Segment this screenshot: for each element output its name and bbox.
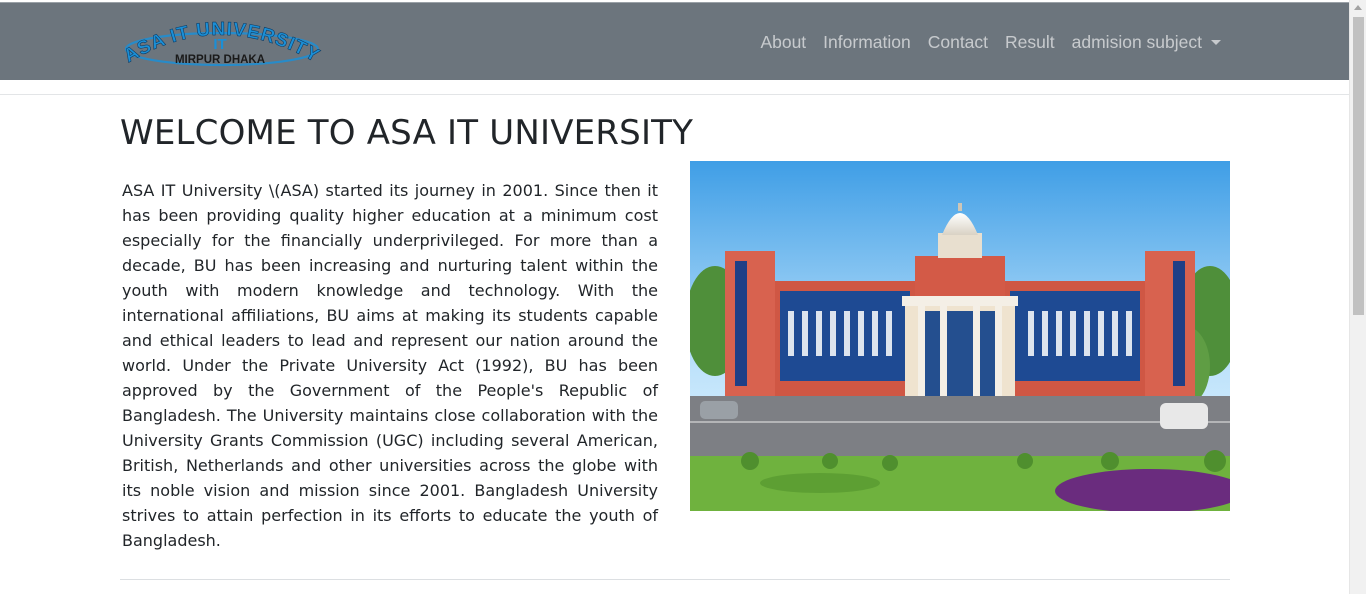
header-divider bbox=[0, 94, 1349, 95]
nav-link-result[interactable]: Result bbox=[1005, 32, 1055, 53]
scroll-thumb[interactable] bbox=[1353, 17, 1364, 315]
nav-dropdown-admission-subject[interactable]: admision subject bbox=[1072, 32, 1221, 53]
campus-building-image bbox=[690, 161, 1230, 511]
university-logo[interactable]: ASA IT UNIVERSITY IT MIRPUR DHAKA bbox=[120, 13, 325, 69]
logo-bottom-text: MIRPUR DHAKA bbox=[175, 54, 265, 66]
content-divider bbox=[120, 579, 1230, 580]
intro-paragraph: ASA IT University \(ASA) started its jou… bbox=[122, 181, 658, 550]
nav-dropdown-label: admision subject bbox=[1071, 31, 1202, 52]
page-scrollbar[interactable] bbox=[1349, 0, 1366, 594]
nav-menu: About Information Contact Result admisio… bbox=[743, 3, 1221, 81]
top-navbar: ASA IT UNIVERSITY IT MIRPUR DHAKA About … bbox=[0, 2, 1349, 80]
caret-down-icon bbox=[1211, 39, 1221, 45]
scroll-up-arrow-icon[interactable] bbox=[1354, 5, 1362, 10]
nav-link-contact[interactable]: Contact bbox=[928, 32, 988, 53]
logo-center-text: IT bbox=[213, 36, 226, 53]
nav-link-information[interactable]: Information bbox=[823, 32, 911, 53]
page-title: WELCOME TO ASA IT UNIVERSITY bbox=[120, 113, 694, 153]
nav-link-about[interactable]: About bbox=[760, 32, 806, 53]
